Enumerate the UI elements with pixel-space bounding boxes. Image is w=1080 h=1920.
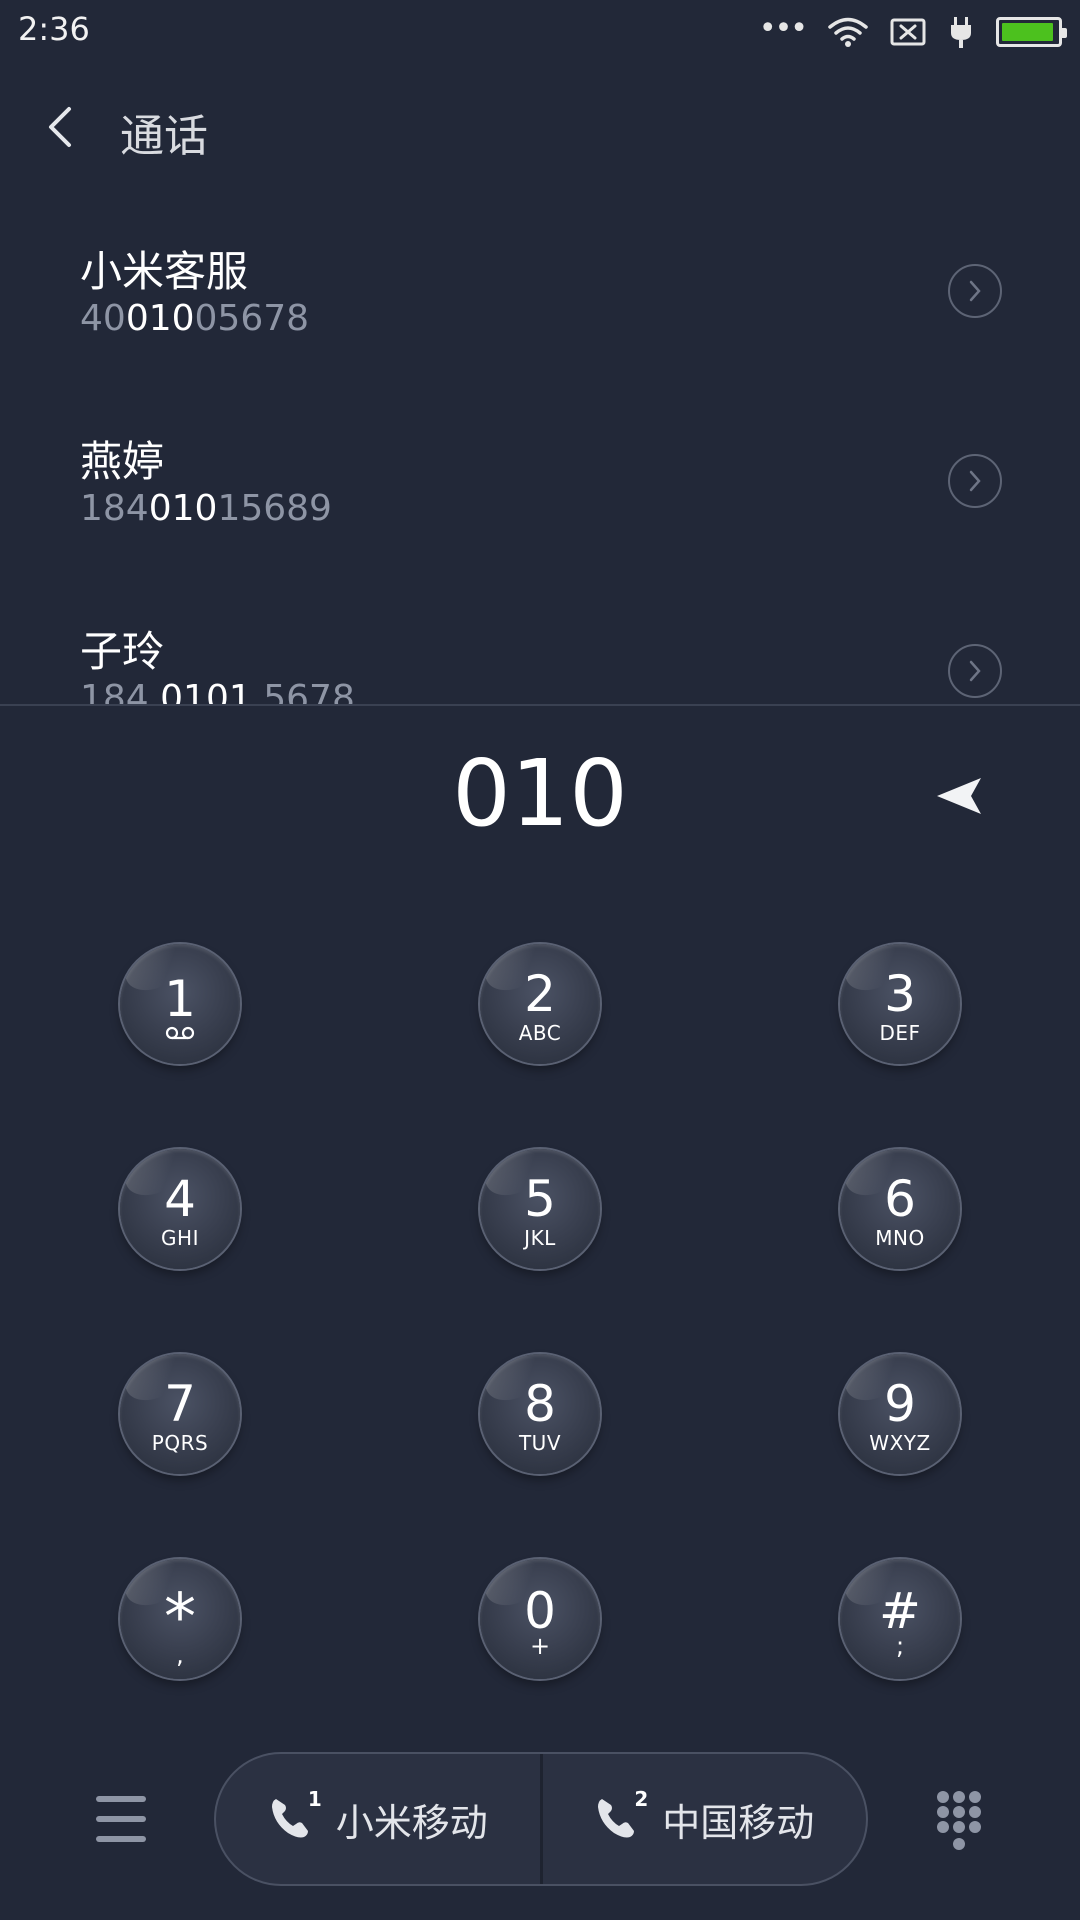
chevron-left-icon <box>49 107 71 147</box>
status-icons: ••• <box>758 11 1067 52</box>
charging-icon <box>951 17 971 48</box>
key-0[interactable]: 0 + <box>480 1559 600 1679</box>
battery-level <box>1002 23 1054 41</box>
chevron-right-icon <box>969 280 981 302</box>
call-sim1-button[interactable]: 1 小米移动 <box>216 1754 540 1884</box>
key-5[interactable]: 5 JKL <box>480 1149 600 1269</box>
key-7[interactable]: 7 PQRS <box>120 1354 240 1474</box>
divider <box>0 704 1080 706</box>
phone-icon: 2 <box>594 1787 648 1843</box>
no-sim-icon <box>890 18 926 46</box>
key-1[interactable]: 1 <box>120 944 240 1064</box>
voicemail-icon <box>165 1026 195 1040</box>
page-title: 通话 <box>120 111 208 162</box>
phone-icon: 1 <box>268 1787 322 1843</box>
chevron-right-icon <box>969 470 981 492</box>
contact-detail-button[interactable] <box>948 264 1002 318</box>
contact-row[interactable]: 子玲 184 0101 5678 <box>0 574 1080 704</box>
key-8[interactable]: 8 TUV <box>480 1354 600 1474</box>
contact-number: 184 0101 5678 <box>80 678 355 704</box>
back-button[interactable] <box>40 92 80 162</box>
contact-detail-button[interactable] <box>948 644 1002 698</box>
key-2[interactable]: 2 ABC <box>480 944 600 1064</box>
contact-name: 小米客服 <box>80 247 249 296</box>
battery-icon <box>996 17 1067 47</box>
key-hash[interactable]: # ; <box>840 1559 960 1679</box>
dialpad-icon[interactable] <box>934 1788 984 1858</box>
contact-suggestions: 小米客服 4001005678 燕婷 18401015689 子玲 184 01… <box>0 194 1080 704</box>
contact-name: 燕婷 <box>80 437 165 486</box>
header: 通话 <box>0 62 1080 194</box>
contact-name: 子玲 <box>80 627 165 676</box>
sim-call-buttons: 1 小米移动 2 中国移动 <box>214 1752 868 1886</box>
contact-row[interactable]: 燕婷 18401015689 <box>0 384 1080 574</box>
contact-row[interactable]: 小米客服 4001005678 <box>0 194 1080 384</box>
key-3[interactable]: 3 DEF <box>840 944 960 1064</box>
key-9[interactable]: 9 WXYZ <box>840 1354 960 1474</box>
key-star[interactable]: * , <box>120 1559 240 1679</box>
delete-button[interactable] <box>930 766 990 826</box>
status-bar: 2:36 ••• <box>0 0 1080 62</box>
contact-number: 4001005678 <box>80 298 310 339</box>
dial-display: 010 <box>0 740 1080 870</box>
bottom-bar: 1 小米移动 2 中国移动 <box>0 1752 1080 1892</box>
more-dots-icon: ••• <box>758 11 808 46</box>
chevron-right-icon <box>969 660 981 682</box>
contact-number: 18401015689 <box>80 488 332 529</box>
contact-detail-button[interactable] <box>948 454 1002 508</box>
backspace-arrow-icon <box>937 778 981 814</box>
hamburger-menu-icon[interactable] <box>96 1796 146 1842</box>
key-4[interactable]: 4 GHI <box>120 1149 240 1269</box>
wifi-icon <box>828 17 868 47</box>
call-sim2-button[interactable]: 2 中国移动 <box>539 1754 867 1884</box>
key-6[interactable]: 6 MNO <box>840 1149 960 1269</box>
status-time: 2:36 <box>18 10 90 48</box>
dialed-number: 010 <box>452 740 628 847</box>
